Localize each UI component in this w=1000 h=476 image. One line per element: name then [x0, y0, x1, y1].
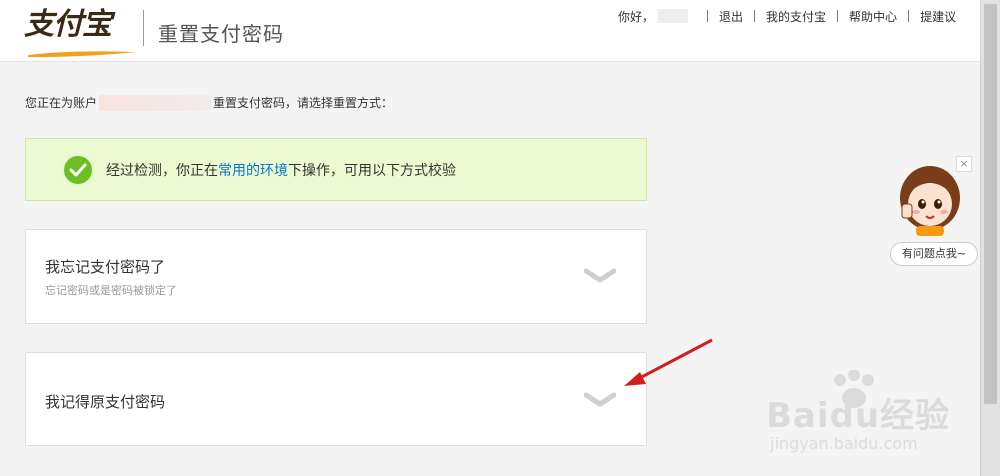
header: 支付宝 重置支付密码 你好， 退出 我的支付宝 帮助中心 提建议: [0, 0, 980, 62]
environment-notice: 经过检测，你正在常用的环境下操作，可用以下方式校验: [25, 138, 647, 201]
my-alipay-link[interactable]: 我的支付宝: [766, 8, 826, 25]
notice-text: 经过检测，你正在常用的环境下操作，可用以下方式校验: [106, 160, 456, 180]
chevron-down-icon[interactable]: [584, 392, 616, 408]
option-forgot-password[interactable]: 我忘记支付密码了 忘记密码或是密码被锁定了: [25, 229, 647, 324]
nav-separator: [707, 10, 709, 22]
title-divider: [143, 10, 144, 46]
mascot-girl-icon: [900, 166, 960, 236]
logout-link[interactable]: 退出: [719, 8, 743, 25]
greeting-text: 你好，: [618, 9, 655, 24]
option-title: 我忘记支付密码了: [45, 258, 166, 276]
account-masked: [99, 94, 212, 111]
help-mascot[interactable]: × 有问题点我~: [890, 156, 978, 268]
logo-swoosh-icon: [28, 51, 136, 58]
option-remember-password[interactable]: 我记得原支付密码: [25, 352, 647, 446]
notice-before: 经过检测，你正在: [106, 162, 218, 179]
common-environment-link[interactable]: 常用的环境: [218, 163, 288, 179]
account-instruction: 您正在为账户 重置支付密码，请选择重置方式：: [25, 94, 393, 111]
nav-separator: [908, 10, 910, 22]
watermark-url: jingyan.baidu.com: [770, 434, 918, 453]
notice-after: 下操作，可用以下方式校验: [288, 162, 456, 179]
alipay-logo[interactable]: 支付宝: [24, 6, 136, 58]
page-title: 重置支付密码: [158, 22, 284, 46]
watermark-brand: Baidu经验: [766, 396, 951, 436]
scrollbar-thumb[interactable]: [984, 4, 997, 404]
account-suffix: 重置支付密码，请选择重置方式：: [213, 96, 394, 110]
option-subtitle: 忘记密码或是密码被锁定了: [45, 284, 177, 297]
scrollbar[interactable]: [980, 0, 1000, 476]
help-bubble[interactable]: 有问题点我~: [890, 242, 978, 266]
nav-separator: [754, 10, 756, 22]
chevron-down-icon[interactable]: [584, 268, 616, 284]
help-center-link[interactable]: 帮助中心: [849, 8, 897, 25]
suggestion-link[interactable]: 提建议: [920, 8, 956, 25]
account-prefix: 您正在为账户: [25, 96, 98, 110]
check-circle-icon: [62, 153, 94, 186]
option-title: 我记得原支付密码: [45, 393, 166, 411]
nav-separator: [837, 10, 839, 22]
username-masked: [658, 9, 689, 23]
watermark: Baidu经验 jingyan.baidu.com: [766, 370, 980, 470]
top-nav: 你好， 退出 我的支付宝 帮助中心 提建议: [618, 8, 956, 24]
